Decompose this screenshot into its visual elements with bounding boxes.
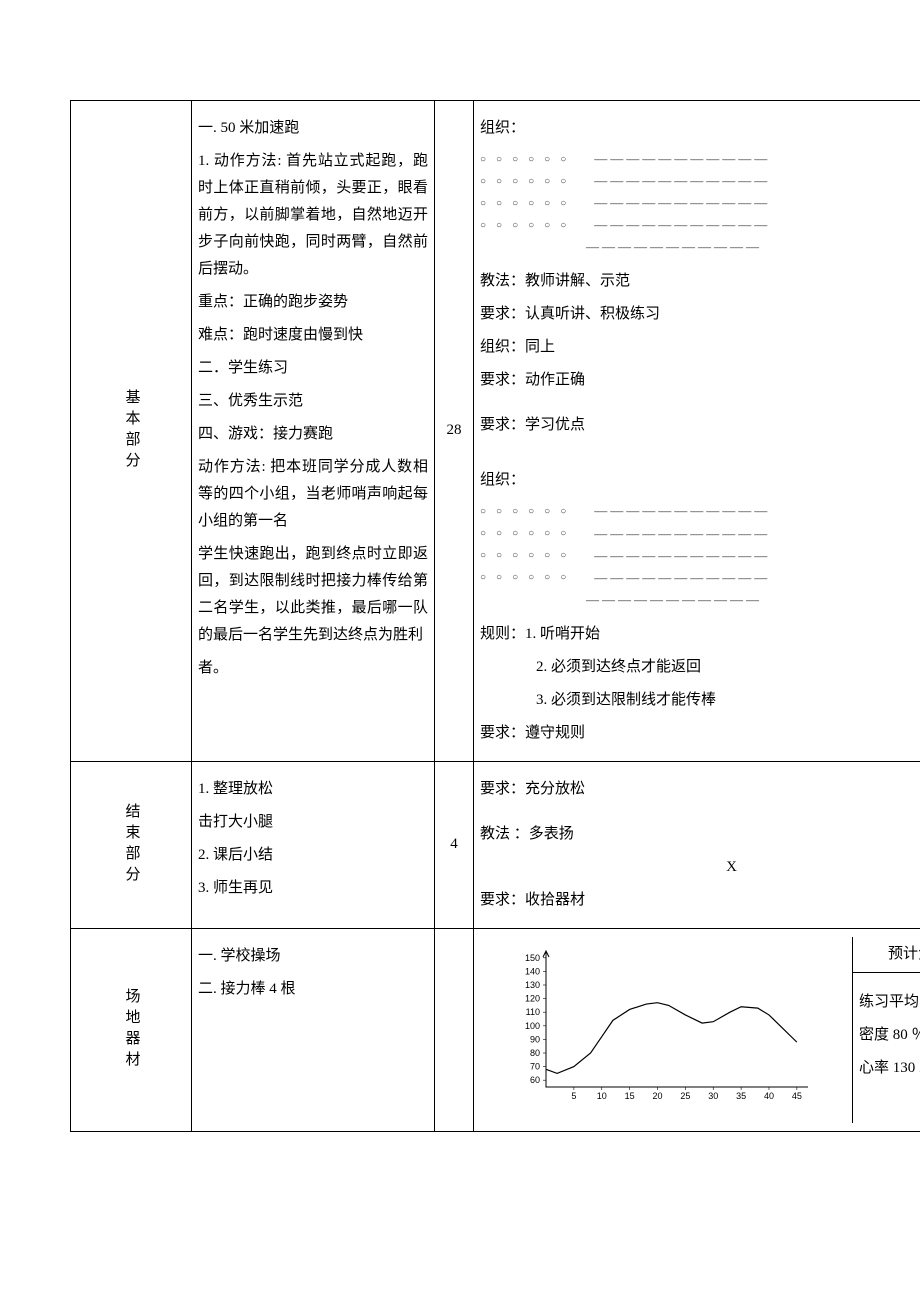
- svg-text:35: 35: [736, 1091, 746, 1101]
- content-end: 1. 整理放松 击打大小腿 2. 课后小结 3. 师生再见: [192, 761, 435, 928]
- text: 3. 必须到达限制线才能传棒: [480, 687, 920, 714]
- organization-basic: 组织： ○○○○○○――――――――――― ○○○○○○――――――――――― …: [474, 101, 920, 762]
- text: 学生快速跑出，跑到终点时立即返回，到达限制线时把接力棒传给第二名学生，以此类推，…: [198, 541, 428, 649]
- svg-text:120: 120: [525, 994, 540, 1004]
- text: 1. 动作方法: 首先站立式起跑，跑时上体正直稍前倾，头要正，眼看前方，以前脚掌…: [198, 148, 428, 283]
- text: 一. 50 米加速跑: [198, 115, 428, 142]
- text: 练习平均: [859, 989, 920, 1016]
- text: 心率 130 次/分: [859, 1055, 920, 1082]
- line-chart-svg: 60 70 80 90 100 110 120 130 140 150 5 10 15 20 25 30 35 4…: [486, 945, 846, 1105]
- section-label-equipment: 场地器材: [71, 928, 192, 1131]
- text: 难点：跑时速度由慢到快: [198, 322, 428, 349]
- svg-text:140: 140: [525, 966, 540, 976]
- text: 要求：充分放松: [480, 776, 920, 803]
- text: 重点：正确的跑步姿势: [198, 289, 428, 316]
- text: 一. 学校操场: [198, 943, 428, 970]
- lesson-plan-table: 基本部分 一. 50 米加速跑 1. 动作方法: 首先站立式起跑，跑时上体正直稍…: [70, 100, 920, 1132]
- text: 要求：收拾器材: [480, 887, 920, 914]
- text: 三、优秀生示范: [198, 388, 428, 415]
- text: 1. 整理放松: [198, 776, 428, 803]
- svg-text:150: 150: [525, 953, 540, 963]
- teacher-mark: X: [480, 854, 920, 881]
- content-basic: 一. 50 米加速跑 1. 动作方法: 首先站立式起跑，跑时上体正直稍前倾，头要…: [192, 101, 435, 762]
- svg-text:45: 45: [792, 1091, 802, 1101]
- text: 密度 80 ％: [859, 1022, 920, 1049]
- svg-text:70: 70: [530, 1062, 540, 1072]
- chart-and-load-cell: 60 70 80 90 100 110 120 130 140 150 5 10 15 20 25 30 35 4…: [474, 928, 920, 1131]
- row-end: 结束部分 1. 整理放松 击打大小腿 2. 课后小结 3. 师生再见 4 要求：…: [71, 761, 920, 928]
- row-equipment: 场地器材 一. 学校操场 二. 接力棒 4 根 60 70 80 90 100 110 12…: [71, 928, 920, 1131]
- time-basic: 28: [435, 101, 474, 762]
- svg-text:15: 15: [625, 1091, 635, 1101]
- row-basic: 基本部分 一. 50 米加速跑 1. 动作方法: 首先站立式起跑，跑时上体正直稍…: [71, 101, 920, 762]
- load-heading: 预计负荷: [853, 937, 920, 973]
- text: 二. 接力棒 4 根: [198, 976, 428, 1003]
- section-label-basic: 基本部分: [71, 101, 192, 762]
- time-empty: [435, 928, 474, 1131]
- svg-text:10: 10: [597, 1091, 607, 1101]
- heart-rate-chart: 60 70 80 90 100 110 120 130 140 150 5 10 15 20 25 30 35 4…: [480, 937, 852, 1123]
- svg-text:5: 5: [571, 1091, 576, 1101]
- svg-text:40: 40: [764, 1091, 774, 1101]
- formation-diagram: ○○○○○○――――――――――― ○○○○○○――――――――――― ○○○○…: [480, 148, 920, 258]
- load-box: 预计负荷 练习平均 密度 80 ％ 心率 130 次/分: [852, 937, 920, 1123]
- content-equipment: 一. 学校操场 二. 接力棒 4 根: [192, 928, 435, 1131]
- svg-text:80: 80: [530, 1048, 540, 1058]
- svg-text:20: 20: [652, 1091, 662, 1101]
- svg-text:110: 110: [526, 1007, 540, 1017]
- svg-text:25: 25: [680, 1091, 690, 1101]
- organization-end: 要求：充分放松 教法 ：多表扬 X 要求：收拾器材: [474, 761, 920, 928]
- svg-text:130: 130: [525, 980, 540, 990]
- text: 者。: [198, 655, 428, 682]
- text: 二．学生练习: [198, 355, 428, 382]
- svg-text:60: 60: [530, 1075, 540, 1085]
- time-end: 4: [435, 761, 474, 928]
- text: 要求：遵守规则: [480, 720, 920, 747]
- text: 四、游戏：接力赛跑: [198, 421, 428, 448]
- text: 2. 必须到达终点才能返回: [480, 654, 920, 681]
- text: 组织：同上: [480, 334, 920, 361]
- svg-text:100: 100: [525, 1021, 540, 1031]
- section-label-end: 结束部分: [71, 761, 192, 928]
- text: 要求：动作正确: [480, 367, 920, 394]
- text: 教法 ：多表扬: [480, 821, 920, 848]
- org-label: 组织：: [480, 115, 920, 142]
- text: 3. 师生再见: [198, 875, 428, 902]
- text: 要求：学习优点: [480, 412, 920, 439]
- text: 要求：认真听讲、积极练习: [480, 301, 920, 328]
- text: 2. 课后小结: [198, 842, 428, 869]
- org-label: 组织：: [480, 467, 920, 494]
- text: 击打大小腿: [198, 809, 428, 836]
- svg-text:30: 30: [708, 1091, 718, 1101]
- text: 教法：教师讲解、示范: [480, 268, 920, 295]
- text: 动作方法: 把本班同学分成人数相等的四个小组，当老师哨声响起每小组的第一名: [198, 454, 428, 535]
- formation-diagram: ○○○○○○――――――――――― ○○○○○○――――――――――― ○○○○…: [480, 500, 920, 610]
- svg-text:90: 90: [530, 1034, 540, 1044]
- text: 规则：1. 听哨开始: [480, 621, 920, 648]
